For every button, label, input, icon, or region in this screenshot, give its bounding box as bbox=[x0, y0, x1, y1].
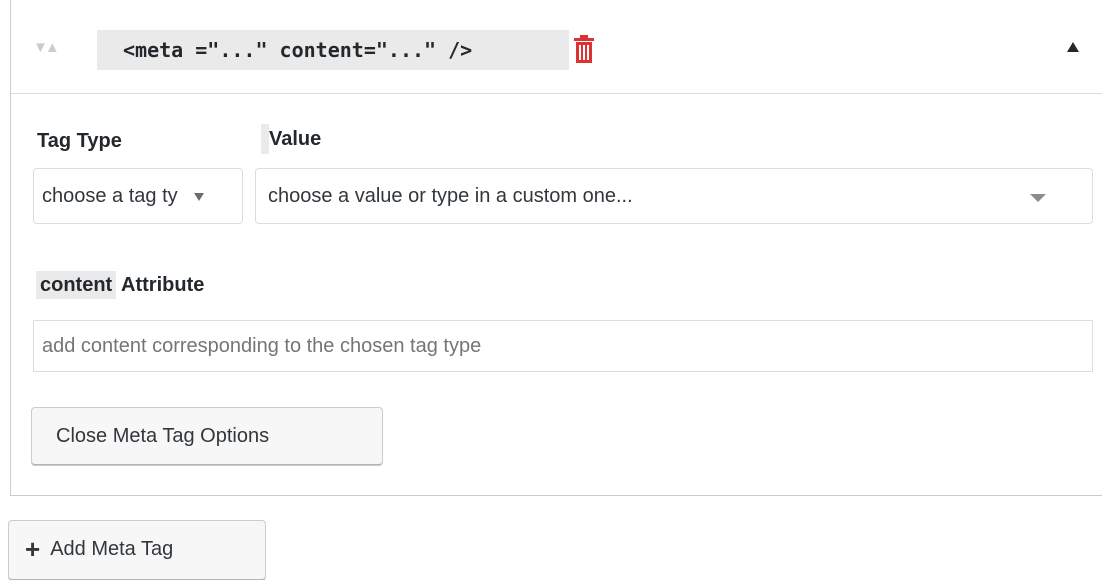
meta-tag-panel-header[interactable]: ▼▲ <meta ="..." content="..." /> bbox=[11, 0, 1102, 94]
close-meta-tag-options-button[interactable]: Close Meta Tag Options bbox=[31, 407, 383, 465]
meta-tag-panel: ▼▲ <meta ="..." content="..." /> Tag Typ… bbox=[10, 0, 1102, 496]
value-label: Value bbox=[261, 124, 328, 154]
chevron-down-icon bbox=[194, 193, 204, 201]
meta-tag-code-preview: <meta ="..." content="..." /> bbox=[97, 30, 569, 70]
content-attribute-code: content bbox=[36, 271, 117, 299]
value-select-placeholder: choose a value or type in a custom one..… bbox=[268, 185, 633, 207]
content-attribute-input[interactable] bbox=[33, 320, 1093, 372]
tag-type-select-value: choose a tag ty bbox=[42, 185, 178, 207]
content-attribute-label: content Attribute bbox=[36, 271, 205, 299]
chevron-down-icon[interactable] bbox=[1030, 194, 1046, 202]
tag-type-label: Tag Type bbox=[37, 130, 122, 152]
sort-arrows-icon[interactable]: ▼▲ bbox=[33, 40, 60, 55]
content-attribute-label-text: Attribute bbox=[116, 274, 205, 296]
value-select[interactable]: choose a value or type in a custom one..… bbox=[255, 168, 1093, 224]
plus-icon: + bbox=[25, 534, 41, 564]
add-meta-tag-button[interactable]: + Add Meta Tag bbox=[8, 520, 266, 580]
tag-type-select[interactable]: choose a tag ty bbox=[33, 168, 243, 224]
caret-up-icon[interactable] bbox=[1067, 42, 1079, 52]
trash-icon[interactable] bbox=[573, 35, 595, 63]
add-meta-tag-label: Add Meta Tag bbox=[50, 538, 174, 560]
